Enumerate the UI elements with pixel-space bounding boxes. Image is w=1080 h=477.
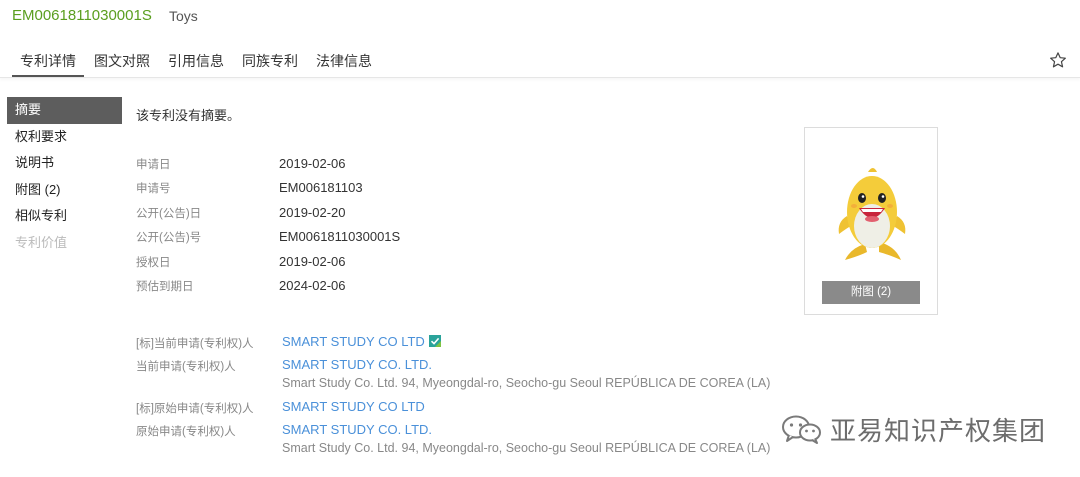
sidebar-item-description[interactable]: 说明书 — [7, 150, 122, 177]
detail-label: 公开(公告)日 — [136, 208, 202, 220]
sidebar-item-figures[interactable]: 附图 (2) — [7, 177, 122, 204]
detail-label: 申请日 — [136, 159, 171, 171]
detail-value: 2019-02-20 — [279, 205, 346, 220]
sidebar-item-similar-patents[interactable]: 相似专利 — [7, 203, 122, 230]
shark-toy-image — [838, 168, 906, 260]
detail-value: 2019-02-06 — [279, 254, 346, 269]
tab-citation-info[interactable]: 引用信息 — [160, 50, 232, 77]
owner-address: Smart Study Co. Ltd. 94, Myeongdal-ro, S… — [282, 376, 771, 390]
watermark-text: 亚易知识产权集团 — [830, 416, 1047, 447]
tab-text-image-compare[interactable]: 图文对照 — [86, 50, 158, 77]
owner-link[interactable]: SMART STUDY CO LTD — [282, 399, 425, 414]
watermark: 亚易知识产权集团 — [780, 411, 1046, 447]
star-icon[interactable] — [1049, 51, 1067, 69]
owner-link[interactable]: SMART STUDY CO. LTD. — [282, 357, 432, 372]
sidebar-item-claims[interactable]: 权利要求 — [7, 124, 122, 151]
abstract-text: 该专利没有摘要。 — [136, 108, 241, 123]
owner-label: 原始申请(专利权)人 — [136, 426, 236, 438]
tab-patent-details[interactable]: 专利详情 — [12, 50, 84, 77]
figure-thumbnail-card[interactable]: 附图 (2) — [804, 127, 938, 315]
section-sidebar: 摘要 权利要求 说明书 附图 (2) 相似专利 专利价值 — [7, 97, 122, 256]
detail-label: 公开(公告)号 — [136, 232, 202, 244]
tab-legal-info[interactable]: 法律信息 — [308, 50, 380, 77]
header-bar: EM0061811030001S Toys 专利详情 图文对照 引用信息 同族专… — [0, 0, 1080, 78]
sidebar-item-abstract[interactable]: 摘要 — [7, 97, 122, 124]
figures-button[interactable]: 附图 (2) — [822, 281, 920, 304]
owner-label: [标]当前申请(专利权)人 — [136, 338, 254, 350]
owner-address: Smart Study Co. Ltd. 94, Myeongdal-ro, S… — [282, 441, 771, 455]
verified-badge-icon — [428, 335, 441, 347]
detail-value: 2019-02-06 — [279, 156, 346, 171]
detail-value: EM006181103 — [279, 180, 363, 195]
detail-label: 授权日 — [136, 257, 171, 269]
detail-value: EM0061811030001S — [279, 229, 401, 244]
owner-name[interactable]: SMART STUDY CO LTD — [282, 334, 425, 349]
patent-title: Toys — [169, 8, 198, 24]
detail-tabs: 专利详情 图文对照 引用信息 同族专利 法律信息 — [12, 50, 382, 77]
owner-link[interactable]: SMART STUDY CO. LTD. — [282, 422, 432, 437]
publication-number: EM0061811030001S — [12, 7, 152, 24]
detail-value: 2024-02-06 — [279, 278, 346, 293]
detail-label: 预估到期日 — [136, 281, 194, 293]
detail-label: 申请号 — [136, 183, 171, 195]
sidebar-item-patent-value: 专利价值 — [15, 234, 68, 250]
owner-label: 当前申请(专利权)人 — [136, 361, 236, 373]
owner-label: [标]原始申请(专利权)人 — [136, 403, 254, 415]
owner-link[interactable]: SMART STUDY CO LTD — [282, 334, 441, 349]
tab-family-patents[interactable]: 同族专利 — [234, 50, 306, 77]
wechat-icon — [782, 415, 821, 444]
